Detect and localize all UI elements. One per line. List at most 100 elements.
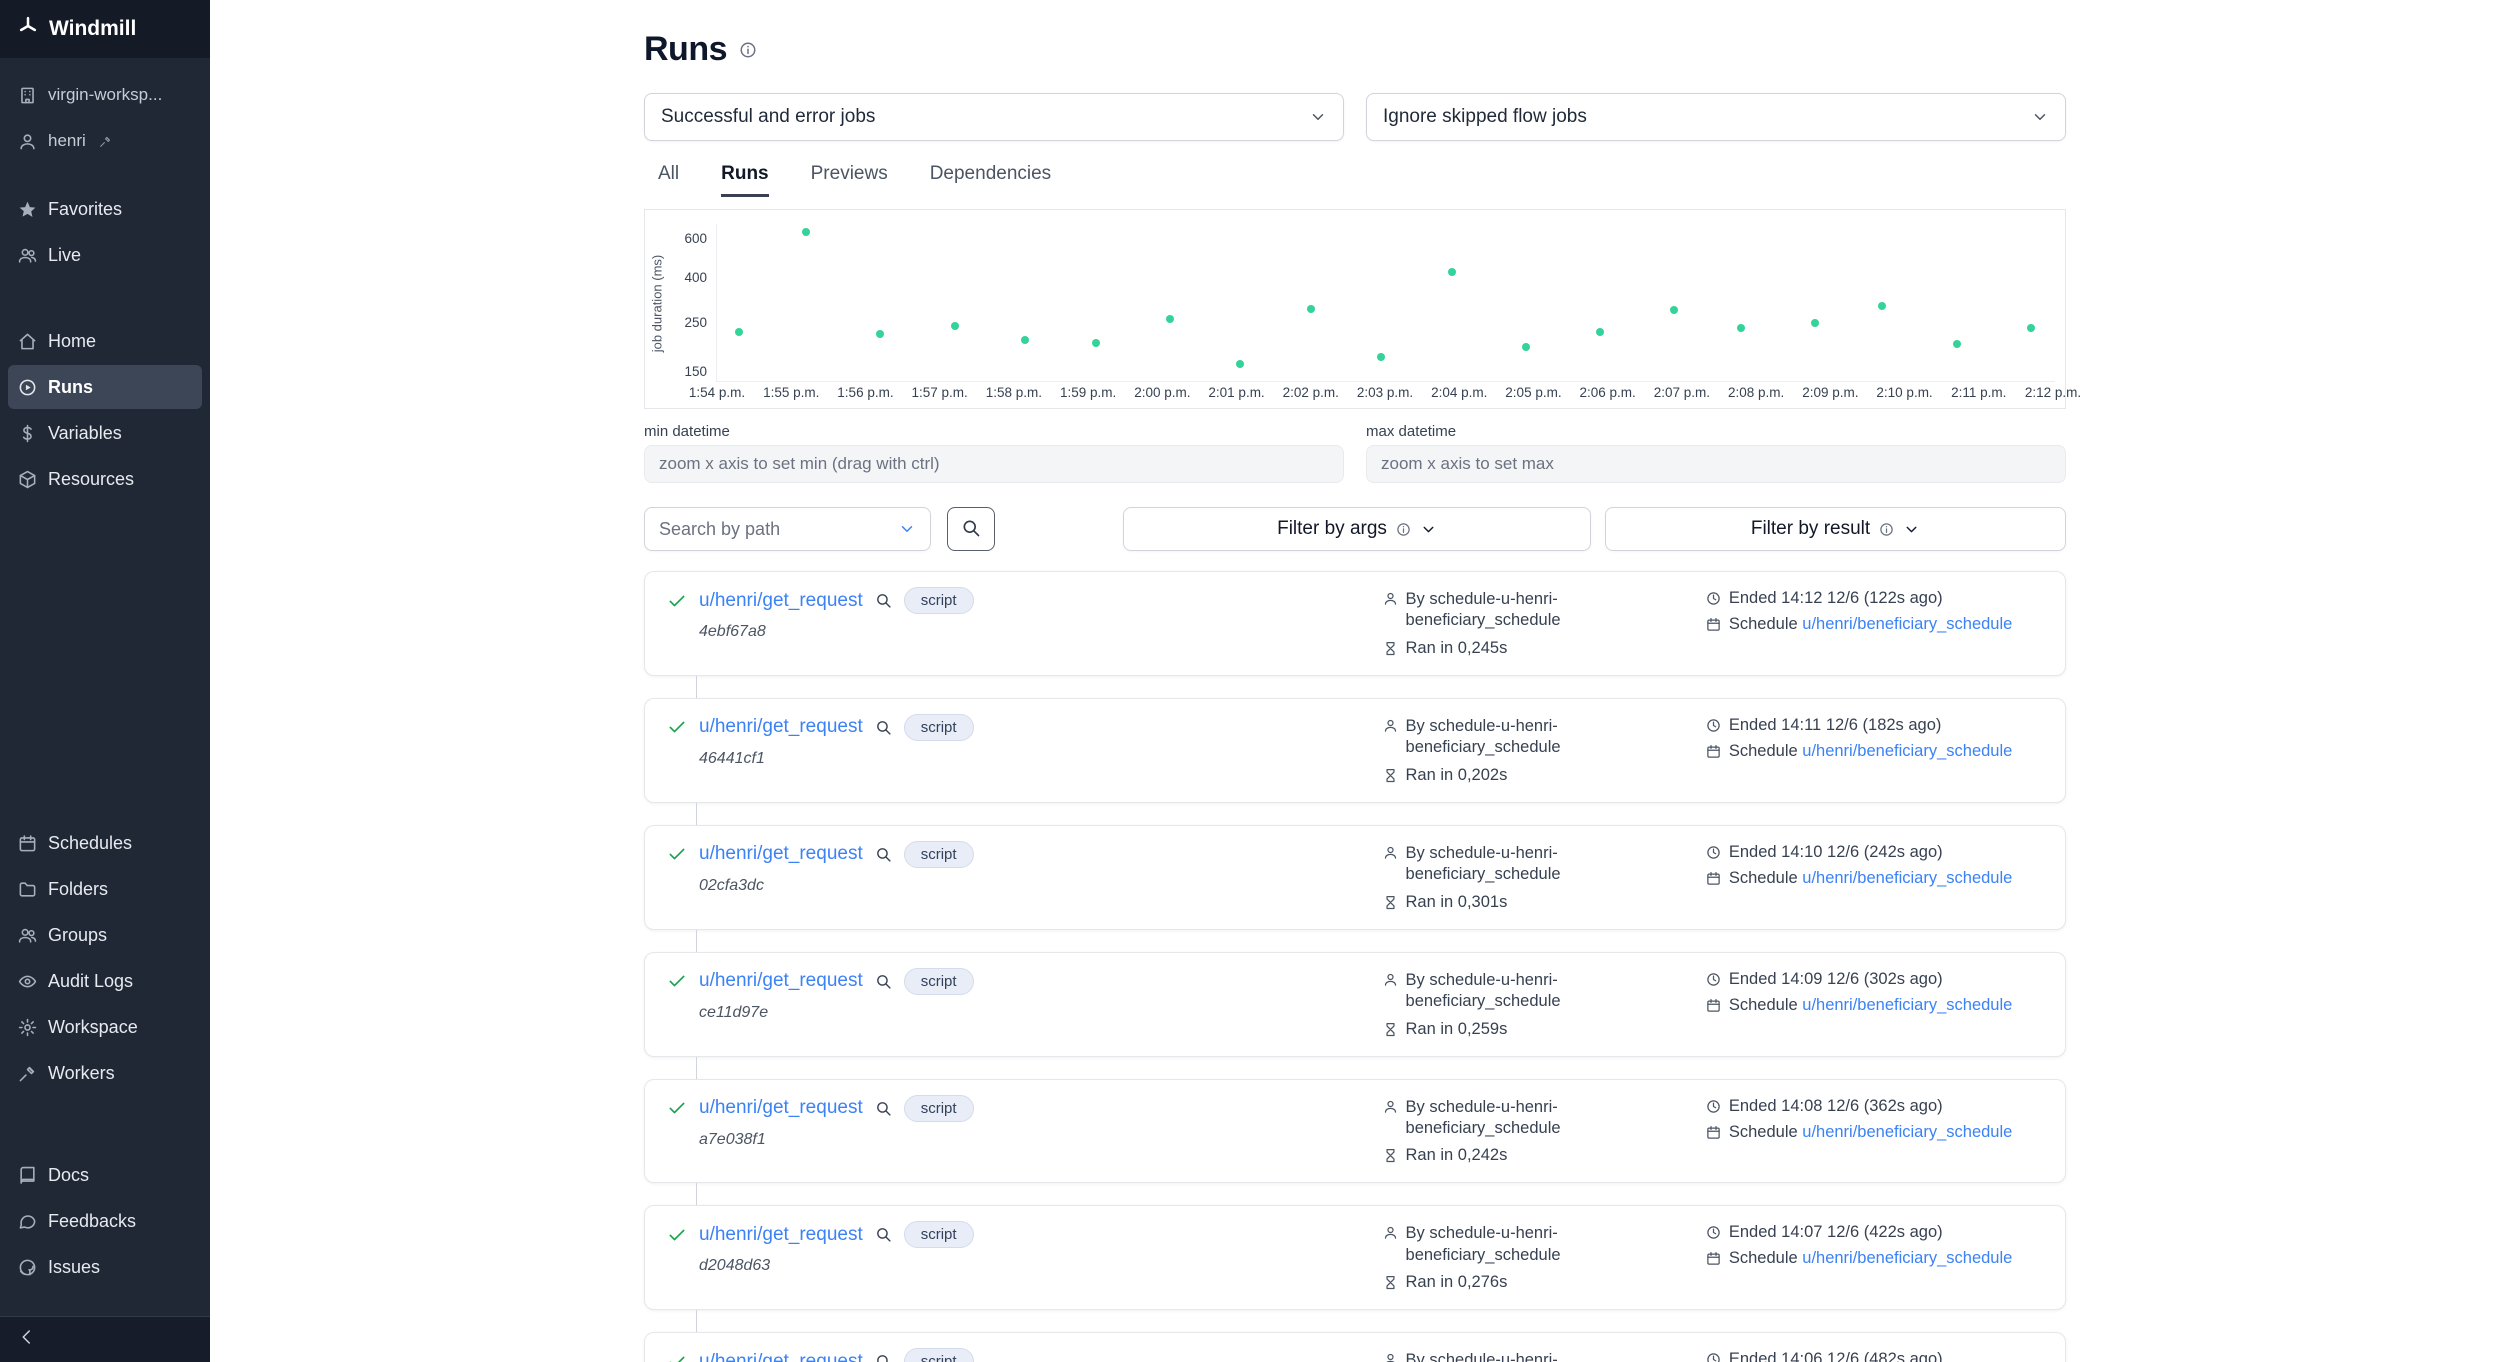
tab-previews[interactable]: Previews xyxy=(811,163,888,197)
sidebar-section-quick: Favorites Live xyxy=(0,186,210,278)
sidebar-item-henri[interactable]: henri xyxy=(8,119,202,163)
run-duration: Ran in 0,242s xyxy=(1406,1146,1508,1165)
clock-icon xyxy=(1706,972,1721,987)
person-icon xyxy=(1383,1352,1398,1362)
hourglass-icon xyxy=(1383,1275,1398,1290)
sidebar-item-docs[interactable]: Docs xyxy=(8,1153,202,1197)
search-button[interactable] xyxy=(947,507,995,551)
chart-x-tick: 1:55 p.m. xyxy=(763,385,819,400)
tab-dependencies[interactable]: Dependencies xyxy=(930,163,1051,197)
run-path-link[interactable]: u/henri/get_request xyxy=(699,1224,863,1246)
skipped-flows-select[interactable]: Ignore skipped flow jobs xyxy=(1366,93,2066,141)
run-ended: Ended 14:10 12/6 (242s ago) xyxy=(1729,843,1943,862)
inspect-run-icon[interactable] xyxy=(875,719,892,736)
sidebar-item-home[interactable]: Home xyxy=(8,319,202,363)
sidebar-item-feedbacks[interactable]: Feedbacks xyxy=(8,1199,202,1243)
run-row[interactable]: u/henri/get_requestscriptce11d97eBy sche… xyxy=(644,952,2066,1057)
sidebar-item-folders[interactable]: Folders xyxy=(8,867,202,911)
sidebar-item-label: Groups xyxy=(48,925,107,946)
sidebar-item-groups[interactable]: Groups xyxy=(8,913,202,957)
sidebar-item-resources[interactable]: Resources xyxy=(8,457,202,501)
schedule-link[interactable]: u/henri/beneficiary_schedule xyxy=(1802,1249,2012,1267)
duration-scatter-chart[interactable]: job duration (ms) 6004002501501:54 p.m.1… xyxy=(644,209,2066,409)
schedule-link[interactable]: u/henri/beneficiary_schedule xyxy=(1802,1123,2012,1141)
chart-y-tick: 600 xyxy=(661,231,707,246)
sidebar-item-live[interactable]: Live xyxy=(8,233,202,277)
chart-data-point xyxy=(1596,328,1604,336)
chart-y-tick: 400 xyxy=(661,270,707,285)
run-path-link[interactable]: u/henri/get_request xyxy=(699,590,863,612)
user-icon xyxy=(18,132,37,151)
hourglass-icon xyxy=(1383,768,1398,783)
chart-x-tick: 2:06 p.m. xyxy=(1580,385,1636,400)
inspect-run-icon[interactable] xyxy=(875,846,892,863)
tab-all[interactable]: All xyxy=(658,163,679,197)
chart-data-point xyxy=(1811,319,1819,327)
run-row[interactable]: u/henri/get_requestscriptBy schedule-u-h… xyxy=(644,1332,2066,1362)
run-row[interactable]: u/henri/get_requestscript02cfa3dcBy sche… xyxy=(644,825,2066,930)
run-row[interactable]: u/henri/get_requestscript4ebf67a8By sche… xyxy=(644,571,2066,676)
filter-by-args-button[interactable]: Filter by args xyxy=(1123,507,1591,551)
run-id: ce11d97e xyxy=(699,1004,1383,1022)
sidebar-item-schedules[interactable]: Schedules xyxy=(8,821,202,865)
search-by-path-select[interactable]: Search by path xyxy=(644,507,931,551)
chart-y-tick: 250 xyxy=(661,315,707,330)
inspect-run-icon[interactable] xyxy=(875,1353,892,1362)
chevron-down-icon xyxy=(1309,108,1327,126)
sidebar-item-favorites[interactable]: Favorites xyxy=(8,187,202,231)
person-icon xyxy=(1383,845,1398,860)
hourglass-icon xyxy=(1383,1022,1398,1037)
sidebar-item-issues[interactable]: Issues xyxy=(8,1245,202,1289)
chart-x-tick: 2:09 p.m. xyxy=(1802,385,1858,400)
collapse-sidebar-button[interactable] xyxy=(0,1316,210,1362)
person-icon xyxy=(1383,718,1398,733)
run-kind-badge: script xyxy=(904,587,974,614)
run-ended: Ended 14:06 12/6 (482s ago) xyxy=(1729,1350,1943,1362)
inspect-run-icon[interactable] xyxy=(875,1100,892,1117)
success-check-icon xyxy=(667,591,687,611)
sidebar-item-label: Favorites xyxy=(48,199,122,220)
person-icon xyxy=(1383,1099,1398,1114)
max-datetime-input[interactable] xyxy=(1366,445,2066,483)
success-check-icon xyxy=(667,1352,687,1362)
sidebar-item-variables[interactable]: Variables xyxy=(8,411,202,455)
calendar-icon xyxy=(1706,998,1721,1013)
schedule-link[interactable]: u/henri/beneficiary_schedule xyxy=(1802,869,2012,887)
run-path-link[interactable]: u/henri/get_request xyxy=(699,1097,863,1119)
page-title: Runs xyxy=(644,30,727,69)
run-row[interactable]: u/henri/get_requestscriptd2048d63By sche… xyxy=(644,1205,2066,1310)
sidebar-item-audit-logs[interactable]: Audit Logs xyxy=(8,959,202,1003)
sidebar-item-label: Live xyxy=(48,245,81,266)
schedule-link[interactable]: u/henri/beneficiary_schedule xyxy=(1802,615,2012,633)
run-path-link[interactable]: u/henri/get_request xyxy=(699,843,863,865)
info-icon[interactable] xyxy=(739,41,757,59)
sidebar-item-workspace[interactable]: Workspace xyxy=(8,1005,202,1049)
run-row[interactable]: u/henri/get_requestscripta7e038f1By sche… xyxy=(644,1079,2066,1184)
logo[interactable]: Windmill xyxy=(0,0,210,58)
inspect-run-icon[interactable] xyxy=(875,1226,892,1243)
run-id: 02cfa3dc xyxy=(699,877,1383,895)
schedule-link[interactable]: u/henri/beneficiary_schedule xyxy=(1802,742,2012,760)
run-row[interactable]: u/henri/get_requestscript46441cf1By sche… xyxy=(644,698,2066,803)
schedule-link[interactable]: u/henri/beneficiary_schedule xyxy=(1802,996,2012,1014)
min-datetime-input[interactable] xyxy=(644,445,1344,483)
sidebar-item-virgin-worksp[interactable]: virgin-worksp... xyxy=(8,73,202,117)
run-path-link[interactable]: u/henri/get_request xyxy=(699,1351,863,1362)
info-icon xyxy=(1396,522,1411,537)
clock-icon xyxy=(1706,591,1721,606)
run-kind-badge: script xyxy=(904,841,974,868)
run-id: 46441cf1 xyxy=(699,750,1383,768)
chart-data-point xyxy=(876,330,884,338)
run-path-link[interactable]: u/henri/get_request xyxy=(699,970,863,992)
filter-by-result-button[interactable]: Filter by result xyxy=(1605,507,2066,551)
sidebar-item-workers[interactable]: Workers xyxy=(8,1051,202,1095)
inspect-run-icon[interactable] xyxy=(875,592,892,609)
inspect-run-icon[interactable] xyxy=(875,973,892,990)
sidebar-item-runs[interactable]: Runs xyxy=(8,365,202,409)
run-schedule: Schedule u/henri/beneficiary_schedule xyxy=(1729,615,2012,634)
chart-x-tick: 2:11 p.m. xyxy=(1951,385,2006,400)
triggered-by: By schedule-u-henri-beneficiary_schedule xyxy=(1406,1350,1574,1362)
job-status-select[interactable]: Successful and error jobs xyxy=(644,93,1344,141)
run-path-link[interactable]: u/henri/get_request xyxy=(699,716,863,738)
tab-runs[interactable]: Runs xyxy=(721,163,769,197)
